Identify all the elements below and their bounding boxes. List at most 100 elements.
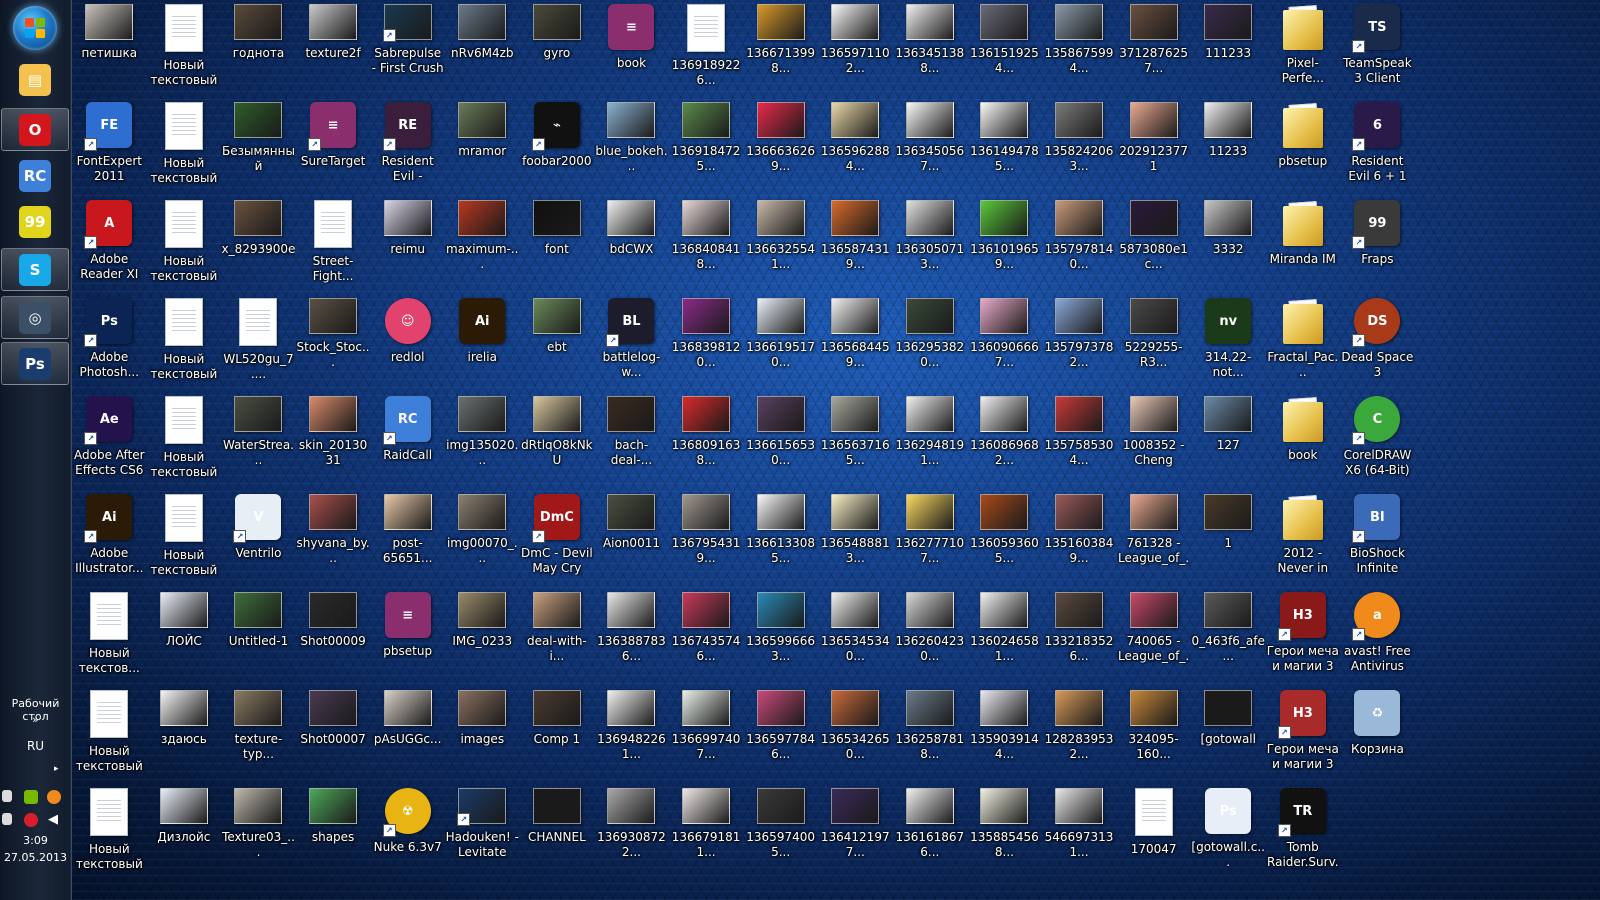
desktop-icon[interactable]: [gotowall [1191,686,1266,784]
desktop-icon[interactable]: 1357978140... [1042,196,1117,294]
desktop-icon[interactable]: 1360906667... [967,294,1042,392]
desktop-icon[interactable]: BL ↗ battlelog-w... [594,294,669,392]
desktop-icon[interactable]: 1365874319... [818,196,893,294]
desktop-icon[interactable]: BI ↗ BioShock Infinite [1340,490,1415,588]
desktop-icon[interactable]: 1361519254... [967,0,1042,98]
desktop-icon[interactable]: CHANNEL [520,784,595,882]
desktop-icon[interactable]: a ↗ avast! Free Antivirus [1340,588,1415,686]
desktop-icon[interactable]: H3↗ Герои меча и магии 3 ... [1266,686,1341,784]
desktop-icon[interactable]: 1351603849... [1042,490,1117,588]
desktop-icon[interactable]: skin_2013031 91135263773 [296,392,371,490]
desktop-icon[interactable]: nv 314.22-not... [1191,294,1266,392]
taskbar-button-explorer[interactable]: ▤ [1,58,69,101]
toolbar-chevron[interactable]: » [0,713,71,726]
desktop-icon[interactable]: 1367435746... [669,588,744,686]
desktop-icon[interactable]: 1368091638... [669,392,744,490]
desktop-icon[interactable]: 1365971102... [818,0,893,98]
desktop-icon[interactable]: 1366133085... [743,490,818,588]
desktop-icon[interactable]: Pixel-Perfe... [1266,0,1341,98]
desktop-icon[interactable]: 1363050713... [893,196,968,294]
desktop-icon[interactable]: 1362587818... [893,686,968,784]
desktop-icon[interactable]: 1363450567... [893,98,968,196]
desktop-icon[interactable]: 3712876257... [1116,0,1191,98]
desktop-icon[interactable]: Untitled-1 [221,588,296,686]
desktop-icon[interactable]: ≡ book [594,0,669,98]
desktop-icon[interactable]: ♻ Корзина [1340,686,1415,784]
desktop-icon[interactable]: 1358675994... [1042,0,1117,98]
avast-tray-icon[interactable] [47,790,61,804]
desktop-icon[interactable]: Ae ↗ Adobe After Effects CS6 [72,392,147,490]
taskbar-button-fraps[interactable]: 99 [1,200,69,243]
desktop-icon[interactable]: 1365684459... [818,294,893,392]
desktop-icon[interactable]: Безымянный [221,98,296,196]
desktop-icon[interactable]: texture-typ... [221,686,296,784]
desktop-icon[interactable]: reimu [370,196,445,294]
desktop-icon[interactable]: 5229255-R3... [1116,294,1191,392]
desktop-icon[interactable]: 1366636269... [743,98,818,196]
desktop-icon[interactable]: Shot00007 [296,686,371,784]
desktop-icon[interactable]: texture2f [296,0,371,98]
desktop-icon[interactable]: 1362777107... [893,490,968,588]
desktop-icon[interactable]: DmC ↗ DmC - Devil May Cry [520,490,595,588]
desktop-icon[interactable]: V ↗ Ventrilo [221,490,296,588]
beats-tray-icon[interactable] [24,813,38,827]
desktop-icon[interactable]: Ai irelia [445,294,520,392]
desktop-icon[interactable]: TR↗ Tomb Raider.Surv... [1266,784,1341,882]
desktop-icon[interactable]: nRv6M4zb [445,0,520,98]
taskbar-button-opera[interactable]: O [1,108,69,151]
desktop-icon[interactable]: 1365342650... [818,686,893,784]
desktop-icon[interactable]: Shot00009 [296,588,371,686]
desktop-icon[interactable]: Новый текстовый ... [72,784,147,882]
desktop-icon[interactable]: 1369308722... [594,784,669,882]
desktop-icon[interactable]: ↗ Hadouken! - Levitate (Of... [445,784,520,882]
taskbar-button-steam[interactable]: ◎ [1,296,69,339]
desktop-icon[interactable]: WaterStrea... [221,392,296,490]
desktop-icon[interactable]: 1363887836... [594,588,669,686]
desktop-icon[interactable]: 1361618676... [893,784,968,882]
desktop-icon[interactable]: shapes [296,784,371,882]
desktop-icon[interactable]: Comp 1 [520,686,595,784]
start-button[interactable] [13,6,57,50]
desktop-icon[interactable]: 2012 - Never in Love [1266,490,1341,588]
desktop-icon[interactable]: здаюсь [147,686,222,784]
desktop-icon[interactable]: 5466973131... [1042,784,1117,882]
desktop-icon[interactable]: ≡ pbsetup [370,588,445,686]
desktop-icon[interactable]: A ↗ Adobe Reader XI [72,196,147,294]
desktop-icon[interactable]: 1369482261... [594,686,669,784]
desktop-icon[interactable]: Aion0011 [594,490,669,588]
desktop-icon[interactable]: ebt [520,294,595,392]
desktop-icon[interactable]: Ps [gotowall.c... [1191,784,1266,882]
desktop-icon[interactable]: 170047 [1116,784,1191,882]
desktop-icon[interactable]: Ps ↗ Adobe Photosh... [72,294,147,392]
desktop-icon[interactable]: Новый текстовый ... [147,0,222,98]
desktop-icon[interactable]: DS ↗ Dead Space 3 [1340,294,1415,392]
desktop-icon[interactable]: 1360246581... [967,588,1042,686]
desktop-icon[interactable]: ЛОЙС [147,588,222,686]
desktop-icon[interactable]: 1363451388... [893,0,968,98]
desktop-icon[interactable]: img135020... [445,392,520,490]
desktop-icon[interactable]: 324095-160... [1116,686,1191,784]
desktop-icon[interactable]: Новый текстовый ... [147,196,222,294]
desktop-icon[interactable]: Новый текстовый ... [72,686,147,784]
desktop-icon[interactable]: Новый текстовый ... [147,490,222,588]
taskbar-button-skype[interactable]: S [1,248,69,291]
desktop-icon[interactable]: Fractal_Pac... [1266,294,1341,392]
desktop-icon[interactable]: 1368408418... [669,196,744,294]
nvidia-tray-icon[interactable] [24,790,38,804]
desktop-icon[interactable]: post-65651... [370,490,445,588]
desktop-icon[interactable]: images [445,686,520,784]
desktop-icon[interactable]: ⌁ ↗ foobar2000 [520,98,595,196]
desktop-icon[interactable]: 1366156530... [743,392,818,490]
desktop-icon[interactable]: 1365974005... [743,784,818,882]
desktop-icon[interactable]: 1 [1191,490,1266,588]
taskbar-button-photoshop[interactable]: Ps [1,342,69,385]
desktop-icon[interactable]: 1364121977... [818,784,893,882]
clock-date[interactable]: 27.05.2013 [0,851,71,864]
desktop-icon[interactable]: img00070_... [445,490,520,588]
desktop-icon[interactable]: 1361494785... [967,98,1042,196]
desktop-icon[interactable]: 1365962884... [818,98,893,196]
desktop-icon[interactable]: 11233 [1191,98,1266,196]
desktop-icon[interactable]: 1361019659... [967,196,1042,294]
desktop-icon[interactable]: 1366325541... [743,196,818,294]
desktop-icon[interactable]: Miranda IM [1266,196,1341,294]
